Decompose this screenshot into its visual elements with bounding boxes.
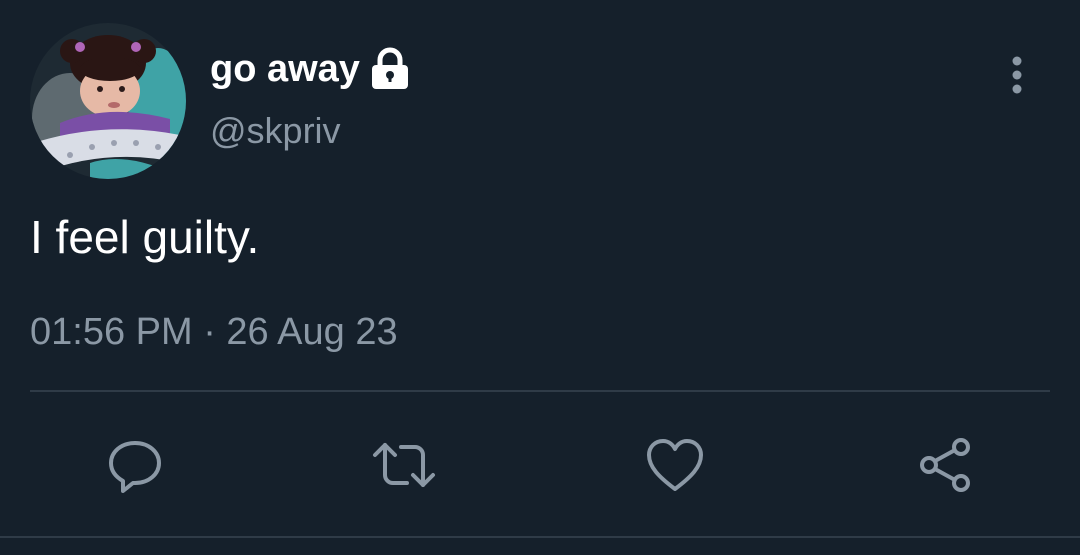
display-name-row: go away (210, 44, 412, 94)
avatar[interactable] (30, 23, 186, 179)
share-icon[interactable] (910, 430, 980, 500)
retweet-icon[interactable] (369, 430, 439, 500)
more-options-icon[interactable] (1002, 56, 1032, 96)
tweet-text: I feel guilty. (30, 211, 260, 263)
divider (0, 536, 1080, 538)
tweet-timestamp[interactable]: 01:56 PM · 26 Aug 23 (30, 311, 398, 354)
user-handle[interactable]: @skpriv (210, 110, 341, 152)
lock-icon (368, 46, 412, 92)
tweet-detail: go away @skpriv I feel guilty. 01:56 PM … (0, 0, 1080, 555)
reply-icon[interactable] (100, 430, 170, 500)
like-icon[interactable] (640, 430, 710, 500)
divider (30, 390, 1050, 392)
display-name[interactable]: go away (210, 48, 360, 91)
